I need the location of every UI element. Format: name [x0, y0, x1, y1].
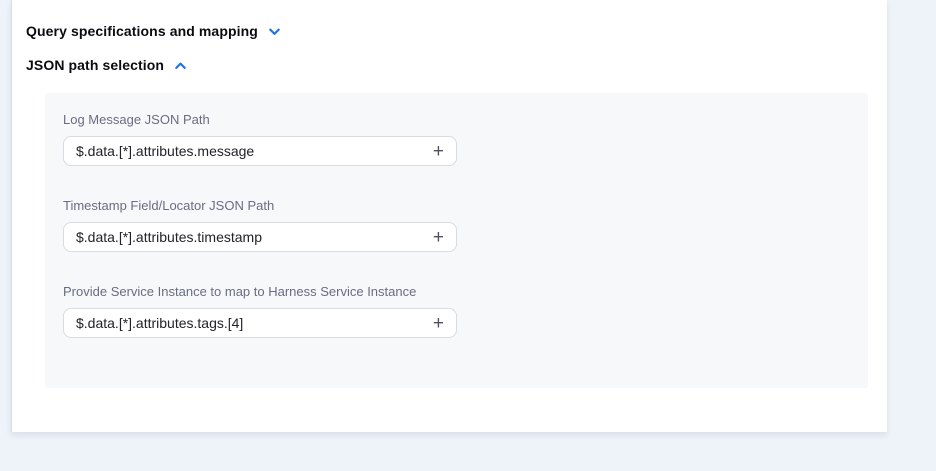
section-title: Query specifications and mapping — [26, 23, 258, 39]
log-message-json-path-input-box: + — [63, 136, 457, 166]
field-service-instance-json-path: Provide Service Instance to map to Harne… — [63, 284, 457, 338]
field-label: Provide Service Instance to map to Harne… — [63, 284, 457, 299]
field-label: Timestamp Field/Locator JSON Path — [63, 198, 457, 213]
field-timestamp-json-path: Timestamp Field/Locator JSON Path + — [63, 198, 457, 252]
chevron-up-icon — [173, 58, 188, 73]
timestamp-json-path-input-box: + — [63, 222, 457, 252]
chevron-down-icon — [267, 24, 282, 39]
service-instance-json-path-input[interactable] — [76, 315, 431, 331]
add-expression-button[interactable]: + — [431, 314, 446, 333]
field-label: Log Message JSON Path — [63, 112, 457, 127]
add-expression-button[interactable]: + — [431, 228, 446, 247]
section-title: JSON path selection — [26, 57, 164, 73]
section-toggle-json-path-selection[interactable]: JSON path selection — [26, 56, 188, 74]
log-message-json-path-input[interactable] — [76, 143, 431, 159]
settings-card: Query specifications and mapping JSON pa… — [11, 0, 887, 432]
service-instance-json-path-input-box: + — [63, 308, 457, 338]
json-path-selection-panel: Log Message JSON Path + Timestamp Field/… — [45, 93, 868, 388]
field-log-message-json-path: Log Message JSON Path + — [63, 112, 457, 166]
section-toggle-query-specifications[interactable]: Query specifications and mapping — [26, 22, 282, 40]
timestamp-json-path-input[interactable] — [76, 229, 431, 245]
add-expression-button[interactable]: + — [431, 142, 446, 161]
